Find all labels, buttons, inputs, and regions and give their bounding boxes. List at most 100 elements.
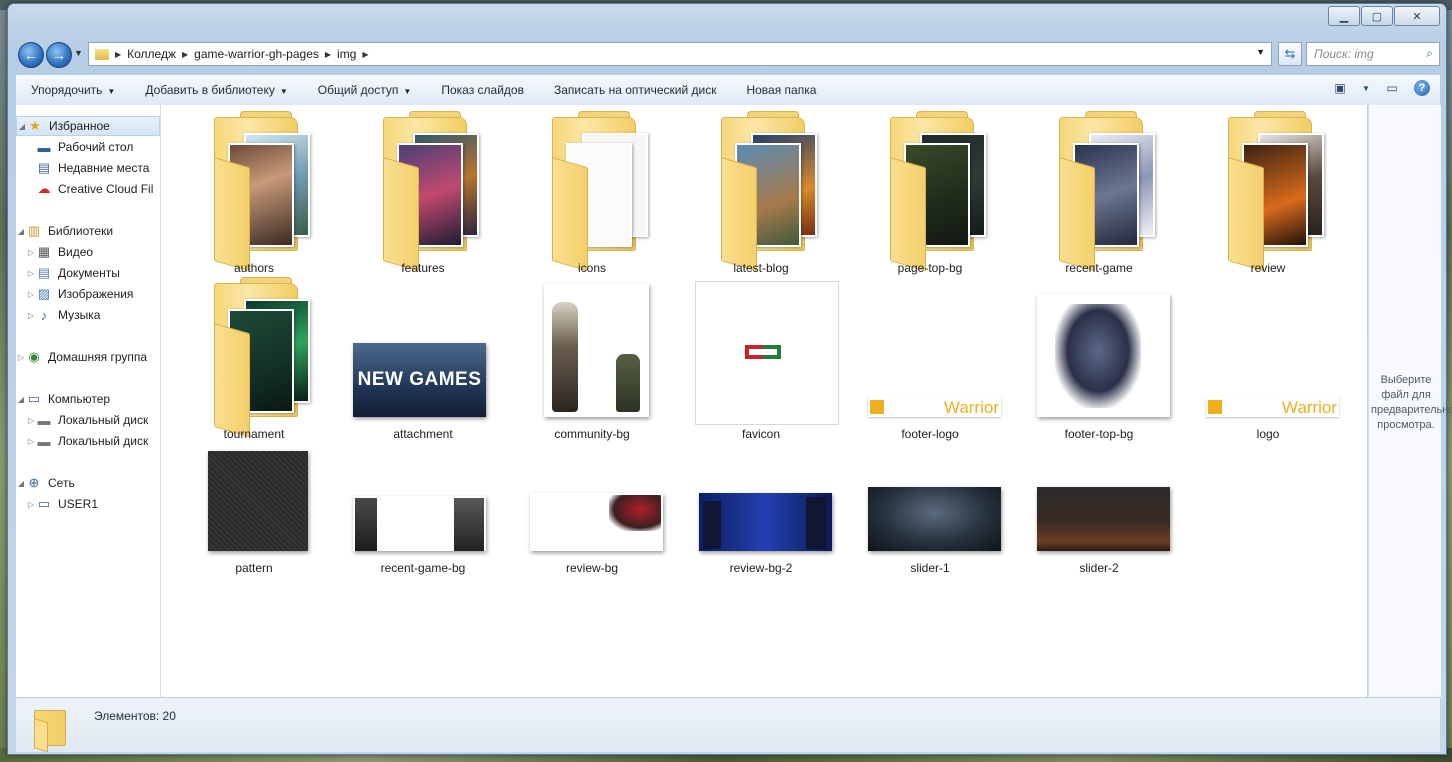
- folder-item[interactable]: page-top-bg: [860, 111, 1000, 275]
- nav-documents[interactable]: ▷ ▤ Документы: [16, 263, 160, 283]
- nav-desktop[interactable]: ▬ Рабочий стол: [16, 137, 160, 157]
- breadcrumb-college[interactable]: Колледж: [127, 47, 176, 61]
- image-item[interactable]: review-bg: [522, 445, 663, 575]
- computer-icon: ▭: [27, 391, 41, 406]
- nav-local-disk-d[interactable]: ▷ ▬ Локальный диск: [16, 431, 160, 451]
- folder-item[interactable]: features: [353, 111, 493, 275]
- libraries-icon: ▥: [27, 223, 41, 238]
- folder-item[interactable]: review: [1198, 111, 1338, 275]
- image-thumbnail: NEW GAMES: [353, 343, 486, 417]
- folder-icon: [1228, 111, 1324, 272]
- image-item[interactable]: favicon: [691, 279, 839, 441]
- expand-triangle-icon[interactable]: ▷: [26, 437, 36, 446]
- folder-item[interactable]: latest-blog: [691, 111, 831, 275]
- preview-pane-icon[interactable]: ▭: [1384, 80, 1400, 96]
- image-item[interactable]: slider-2: [1029, 445, 1170, 575]
- chevron-down-icon[interactable]: ▼: [1256, 47, 1265, 57]
- nav-music[interactable]: ▷ ♪ Музыка: [16, 305, 160, 325]
- nav-computer[interactable]: ◢ ▭ Компьютер: [16, 389, 160, 409]
- image-item[interactable]: community-bg: [522, 279, 662, 441]
- maximize-button[interactable]: ▢: [1361, 6, 1393, 26]
- image-item[interactable]: pattern: [184, 445, 324, 575]
- address-bar[interactable]: ▶ Колледж ▶ game-warrior-gh-pages ▶ img …: [88, 42, 1272, 66]
- recent-pages-dropdown[interactable]: ▼: [74, 48, 83, 58]
- nav-user1[interactable]: ▷ ▭ USER1: [16, 494, 160, 514]
- refresh-button[interactable]: ⇆: [1278, 42, 1302, 66]
- item-count: Элементов: 20: [94, 709, 176, 723]
- image-item[interactable]: review-bg-2: [691, 445, 832, 575]
- expand-triangle-icon[interactable]: ▷: [26, 248, 36, 257]
- image-thumbnail: [544, 284, 649, 417]
- new-folder-button[interactable]: Новая папка: [731, 83, 831, 97]
- image-thumbnail: [208, 451, 308, 551]
- view-dropdown-icon[interactable]: ▼: [1362, 80, 1370, 96]
- nav-video[interactable]: ▷ ▦ Видео: [16, 242, 160, 262]
- slideshow-button[interactable]: Показ слайдов: [426, 83, 539, 97]
- chevron-right-icon[interactable]: ▶: [182, 50, 188, 59]
- organize-menu[interactable]: Упорядочить ▼: [16, 83, 130, 97]
- image-item[interactable]: Warrior footer-logo: [860, 279, 1001, 441]
- network-icon: ⊕: [28, 475, 40, 490]
- chevron-right-icon[interactable]: ▶: [325, 50, 331, 59]
- back-button[interactable]: ←: [18, 42, 44, 68]
- image-item[interactable]: NEW GAMES attachment: [353, 279, 493, 441]
- help-icon[interactable]: ?: [1414, 80, 1430, 96]
- chevron-right-icon[interactable]: ▶: [115, 50, 121, 59]
- desktop-icon: ▬: [37, 139, 51, 155]
- chevron-down-icon: ▼: [403, 87, 412, 96]
- folder-item[interactable]: recent-game: [1029, 111, 1169, 275]
- refresh-icon: ⇆: [1284, 46, 1296, 61]
- image-item[interactable]: Warrior logo: [1198, 279, 1339, 441]
- expand-triangle-icon[interactable]: ▷: [26, 311, 36, 320]
- expand-triangle-icon[interactable]: ▷: [26, 269, 36, 278]
- share-menu[interactable]: Общий доступ ▼: [303, 83, 427, 97]
- back-arrow-icon: ←: [24, 47, 38, 63]
- collapse-triangle-icon[interactable]: ◢: [16, 479, 26, 488]
- expand-triangle-icon[interactable]: ▷: [26, 290, 36, 299]
- folder-icon: [214, 111, 310, 272]
- breadcrumb-img[interactable]: img: [337, 47, 356, 61]
- expand-triangle-icon[interactable]: ▷: [16, 353, 26, 362]
- add-to-library-menu[interactable]: Добавить в библиотеку ▼: [130, 83, 302, 97]
- nav-homegroup[interactable]: ▷ ◉ Домашняя группа: [16, 347, 160, 367]
- nav-creative-cloud[interactable]: ☁ Creative Cloud Fil: [16, 179, 160, 199]
- search-input[interactable]: [1312, 44, 1416, 64]
- file-list: authors features icons latest-blog page-…: [161, 105, 1367, 697]
- image-thumbnail: [530, 493, 663, 551]
- nav-local-disk-c[interactable]: ▷ ▬ Локальный диск: [16, 410, 160, 430]
- collapse-triangle-icon[interactable]: ◢: [16, 395, 26, 404]
- image-item[interactable]: footer-top-bg: [1029, 279, 1170, 441]
- folder-item[interactable]: authors: [184, 111, 324, 275]
- image-thumbnail: [868, 487, 1001, 551]
- chevron-right-icon[interactable]: ▶: [362, 50, 368, 59]
- nav-favorites[interactable]: ◢ ★ Избранное: [16, 116, 160, 136]
- nav-network[interactable]: ◢ ⊕ Сеть: [16, 473, 160, 493]
- folder-item[interactable]: icons: [522, 111, 662, 275]
- search-icon[interactable]: ⌕: [1426, 46, 1433, 61]
- command-bar: Упорядочить ▼ Добавить в библиотеку ▼ Общи…: [16, 74, 1440, 106]
- folder-item[interactable]: tournament: [184, 277, 324, 441]
- search-box[interactable]: ⌕: [1306, 42, 1440, 66]
- expand-triangle-icon[interactable]: ▷: [26, 500, 36, 509]
- preview-pane: Выберите файл для предварительного просм…: [1368, 105, 1452, 697]
- image-item[interactable]: recent-game-bg: [353, 445, 493, 575]
- minimize-button[interactable]: ▁: [1328, 6, 1360, 26]
- preview-placeholder-text: Выберите файл для предварительного просм…: [1371, 374, 1452, 431]
- folder-icon: [1059, 111, 1155, 272]
- collapse-triangle-icon[interactable]: ◢: [17, 122, 27, 131]
- forward-button[interactable]: →: [46, 42, 72, 68]
- address-row: ← → ▼ ▶ Колледж ▶ game-warrior-gh-pages …: [16, 40, 1440, 68]
- close-button[interactable]: ✕: [1394, 6, 1440, 26]
- expand-triangle-icon[interactable]: ▷: [26, 416, 36, 425]
- breadcrumb-project[interactable]: game-warrior-gh-pages: [194, 47, 319, 61]
- change-view-icon[interactable]: ▣: [1332, 80, 1348, 96]
- homegroup-icon: ◉: [28, 349, 40, 364]
- collapse-triangle-icon[interactable]: ◢: [16, 227, 26, 236]
- navigation-pane: ◢ ★ Избранное ▬ Рабочий стол ▤ Недавние мест…: [16, 105, 161, 697]
- nav-libraries[interactable]: ◢ ▥ Библиотеки: [16, 221, 160, 241]
- burn-disc-button[interactable]: Записать на оптический диск: [539, 83, 732, 97]
- image-item[interactable]: slider-1: [860, 445, 1001, 575]
- toolbar-right: ▣ ▼ ▭ ?: [1332, 80, 1430, 96]
- nav-images[interactable]: ▷ ▨ Изображения: [16, 284, 160, 304]
- nav-recent-places[interactable]: ▤ Недавние места: [16, 158, 160, 178]
